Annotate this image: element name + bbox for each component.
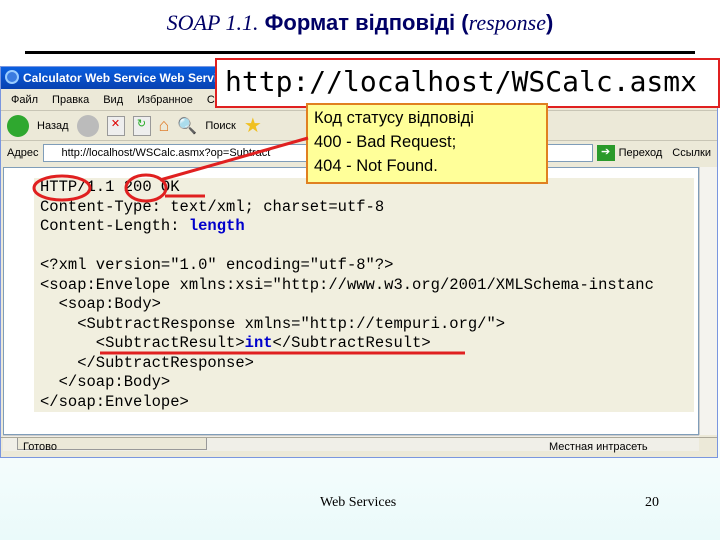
http-circle: [32, 174, 92, 202]
slide-footer: Web Services: [320, 495, 397, 510]
annotation-overlay: [32, 136, 465, 355]
callout-pointer: [159, 136, 309, 182]
page-number: 20: [645, 495, 659, 510]
